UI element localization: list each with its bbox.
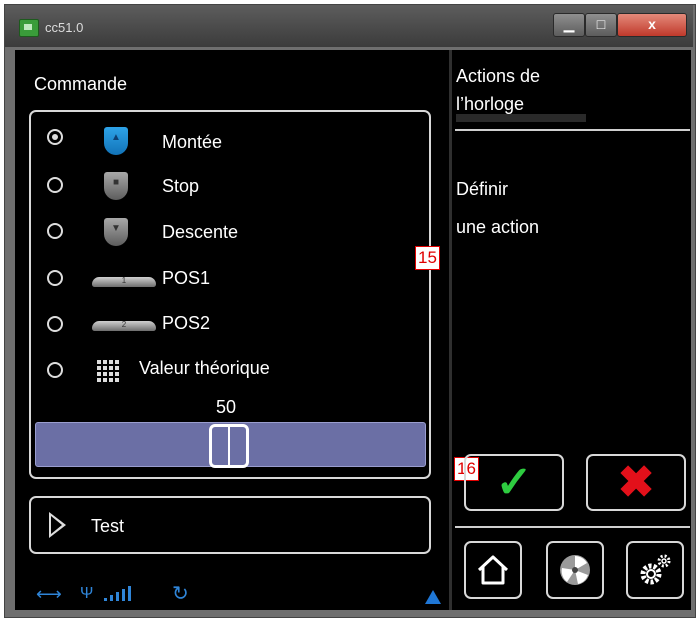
refresh-icon[interactable]: ↻: [172, 584, 189, 604]
pos1-number: 1: [121, 276, 127, 285]
option-label-pos2[interactable]: POS2: [162, 313, 210, 334]
radio-pos1[interactable]: [47, 270, 63, 286]
warning-triangle-icon: [425, 590, 441, 604]
pos2-icon: 2: [92, 320, 156, 331]
fan-icon: [560, 555, 590, 585]
option-label-montee[interactable]: Montée: [162, 132, 222, 153]
description-line2: une action: [456, 217, 540, 237]
antenna-icon: Ψ: [80, 585, 94, 602]
play-icon: [49, 512, 66, 538]
minimize-button[interactable]: ▁: [553, 13, 585, 37]
window-title: cc51.0: [45, 20, 84, 35]
gear-icon: [640, 554, 671, 585]
option-label-descente[interactable]: Descente: [162, 222, 238, 243]
blind-up-icon: ▲: [104, 127, 128, 155]
radio-pos2[interactable]: [47, 316, 63, 332]
option-label-valeur-theorique[interactable]: Valeur théorique: [139, 358, 270, 379]
slider-handle[interactable]: [209, 424, 249, 468]
usb-icon: ⟷: [36, 584, 62, 604]
pos1-icon: 1: [92, 276, 156, 287]
radio-stop[interactable]: [47, 177, 63, 193]
panel-description: Définir une action: [456, 170, 539, 246]
home-icon: [477, 555, 509, 585]
panel-title-line1: Actions de: [456, 66, 541, 86]
command-heading: Commande: [34, 74, 128, 94]
radio-valeur-theorique[interactable]: [47, 362, 63, 378]
signal-bars-icon: [104, 584, 134, 606]
test-label: Test: [91, 516, 125, 536]
blind-stop-icon: ■: [104, 172, 128, 200]
keypad-icon: [97, 360, 119, 382]
option-label-stop[interactable]: Stop: [162, 176, 199, 197]
app-icon: [19, 19, 39, 37]
blind-down-icon: ▼: [104, 218, 128, 246]
pos2-number: 2: [121, 320, 127, 329]
divider-bottom: [455, 526, 690, 528]
title-ghost-text: [456, 114, 586, 122]
description-line1: Définir: [456, 179, 509, 199]
home-button[interactable]: [464, 541, 522, 599]
radio-descente[interactable]: [47, 223, 63, 239]
radio-montee[interactable]: [47, 129, 63, 145]
annotation-badge-15: 15: [415, 246, 440, 270]
test-button[interactable]: [29, 496, 431, 554]
panel-title: Actions de l’horloge: [456, 62, 540, 118]
confirm-button[interactable]: ✓: [464, 454, 564, 511]
option-label-pos1[interactable]: POS1: [162, 268, 210, 289]
divider-top: [455, 129, 690, 131]
settings-button[interactable]: [626, 541, 684, 599]
cancel-button[interactable]: ✖: [586, 454, 686, 511]
title-bar[interactable]: cc51.0 ▁ □ x: [5, 5, 693, 47]
panel-divider: [449, 50, 452, 610]
slider-value: 50: [216, 397, 237, 417]
maximize-button[interactable]: □: [585, 13, 617, 37]
fan-button[interactable]: [546, 541, 604, 599]
close-button[interactable]: x: [617, 13, 687, 37]
